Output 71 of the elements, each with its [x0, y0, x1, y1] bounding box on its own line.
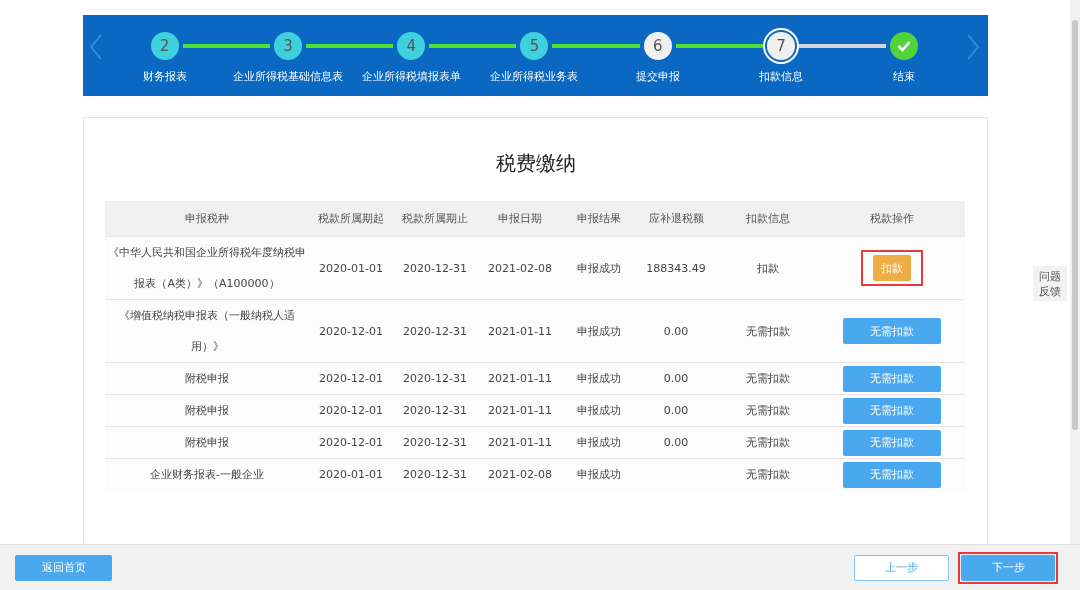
table-cell: 2020-12-31	[403, 372, 467, 385]
table-cell: 2020-12-01	[319, 372, 383, 385]
table-cell: 无需扣款	[746, 468, 790, 481]
page-title: 税费缴纳	[494, 150, 577, 177]
step-label[interactable]: 财务报表	[142, 69, 187, 84]
no-deduction-button[interactable]: 无需扣款	[843, 365, 941, 392]
home-button[interactable]: 返回首页	[15, 554, 112, 581]
table-cell: 无需扣款	[746, 404, 790, 417]
table-cell: 申报成功	[577, 436, 621, 449]
table-cell: 2020-12-01	[319, 404, 383, 417]
table-cell: 申报成功	[577, 261, 621, 275]
table-cell: 2020-01-01	[319, 261, 383, 275]
table-cell: 2020-01-01	[319, 468, 383, 481]
table-cell: 2021-01-11	[488, 404, 552, 417]
table-cell: 企业财务报表-一般企业	[150, 468, 264, 481]
table-cell: 申报成功	[577, 468, 621, 481]
no-deduction-button[interactable]: 无需扣款	[843, 461, 941, 488]
step-label[interactable]: 企业所得税填报表单	[361, 69, 461, 84]
no-deduction-button[interactable]: 无需扣款	[843, 318, 941, 344]
step-circle[interactable]: 7	[763, 28, 800, 64]
table-cell: 0.00	[663, 404, 689, 417]
table-cell: 申报成功	[577, 324, 621, 338]
table-cell: 无需扣款	[746, 324, 790, 338]
column-header: 申报税种	[105, 201, 309, 237]
column-header: 应补退税额	[635, 201, 717, 237]
table-cell: 无需扣款	[746, 436, 790, 449]
step-label[interactable]: 扣款信息	[759, 69, 804, 84]
column-header: 申报日期	[477, 201, 563, 237]
table-cell: 0.00	[663, 436, 689, 449]
table-cell: 2020-12-31	[403, 436, 467, 449]
table-cell: 2021-02-08	[488, 468, 552, 481]
check-icon	[897, 40, 912, 52]
no-deduction-button[interactable]: 无需扣款	[843, 397, 941, 424]
table-cell: 申报成功	[577, 404, 621, 417]
table-cell: 2020-12-01	[319, 324, 383, 338]
table-cell: 2021-01-11	[488, 372, 552, 385]
table-cell: 《增值税纳税申报表（一般纳税人适用）》	[119, 309, 295, 353]
chevron-right-icon[interactable]	[966, 34, 980, 60]
column-header: 申报结果	[563, 201, 635, 237]
table-cell: 2020-12-31	[403, 324, 467, 338]
step-label[interactable]: 企业所得税业务表	[490, 69, 579, 84]
table-cell: 《中华人民共和国企业所得税年度纳税申报表（A类）》（A100000）	[108, 246, 306, 290]
feedback-tab[interactable]: 问题 反馈	[1033, 266, 1067, 301]
column-header: 税款所属期止	[393, 201, 477, 237]
table-cell: 附税申报	[185, 404, 229, 417]
table-cell: 扣款	[757, 261, 779, 275]
next-button[interactable]: 下一步	[961, 554, 1055, 581]
column-header: 税款操作	[819, 201, 965, 237]
table-cell: 2020-12-01	[319, 436, 383, 449]
table-cell: 2021-01-11	[488, 324, 552, 338]
no-deduction-button[interactable]: 无需扣款	[843, 429, 941, 456]
step-label[interactable]: 结束	[893, 69, 916, 84]
table-cell: 无需扣款	[746, 372, 790, 385]
step-label[interactable]: 提交申报	[635, 69, 680, 84]
table-cell: 0.00	[663, 372, 689, 385]
table-cell: 2021-02-08	[488, 261, 552, 275]
scrollbar[interactable]	[1070, 0, 1080, 545]
table-cell: 188343.49	[646, 261, 706, 275]
table-cell: 附税申报	[185, 372, 229, 385]
table-cell: 0.00	[663, 324, 689, 338]
table-cell: 附税申报	[185, 436, 229, 449]
column-header: 扣款信息	[717, 201, 819, 237]
step-label[interactable]: 企业所得税基础信息表	[232, 69, 343, 84]
table-cell: 2020-12-31	[403, 404, 467, 417]
table-cell: 申报成功	[577, 372, 621, 385]
column-header: 税款所属期起	[309, 201, 393, 237]
previous-button[interactable]: 上一步	[854, 554, 949, 581]
chevron-left-icon[interactable]	[89, 34, 103, 60]
table-cell: 2020-12-31	[403, 261, 467, 275]
table-cell: 2020-12-31	[403, 468, 467, 481]
table-cell: 2021-01-11	[488, 436, 552, 449]
